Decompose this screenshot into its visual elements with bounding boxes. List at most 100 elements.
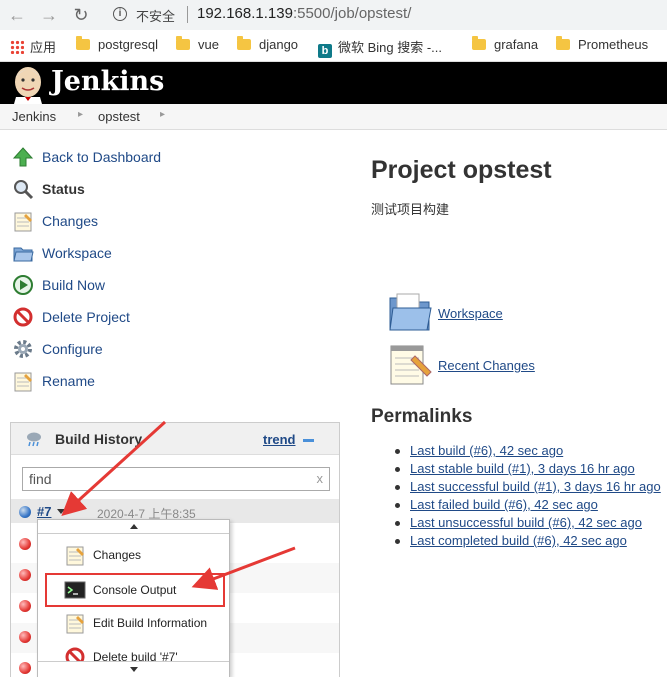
menu-item-edit-build-information[interactable]: Edit Build Information xyxy=(38,608,229,638)
workspace-folder-icon[interactable] xyxy=(387,290,433,334)
info-icon[interactable]: i xyxy=(113,7,127,21)
bookmark-label: 应用 xyxy=(30,40,57,55)
menu-item-changes[interactable]: Changes xyxy=(38,540,229,570)
notepad-icon xyxy=(66,546,84,566)
bookmark-django[interactable]: django xyxy=(237,36,299,55)
notepad-icon xyxy=(14,212,32,232)
url-host: 192.168.1.139 xyxy=(197,5,293,22)
magnifier-icon xyxy=(14,180,34,200)
address-bar[interactable]: i 不安全 192.168.1.139:5500/job/opstest/ xyxy=(104,2,667,28)
build-search-input[interactable]: find x xyxy=(22,467,330,491)
task-label: Status xyxy=(42,181,85,197)
bookmark-label: Prometheus xyxy=(578,37,649,52)
build-search-placeholder: find xyxy=(29,471,52,487)
recent-changes-link[interactable]: Recent Changes xyxy=(438,358,535,373)
trend-link[interactable]: trend xyxy=(263,432,296,447)
folder-icon xyxy=(472,36,486,50)
omnibox-divider xyxy=(187,6,188,23)
menu-item-label: Console Output xyxy=(93,583,177,597)
breadcrumb-opstest[interactable]: opstest xyxy=(98,109,140,124)
task-label: Delete Project xyxy=(42,309,130,325)
reload-icon[interactable]: ↻ xyxy=(70,4,92,26)
project-title: Project opstest xyxy=(371,156,552,184)
bookmark-prometheus[interactable]: Prometheus xyxy=(556,36,649,55)
status-ball-blue-icon xyxy=(19,506,31,518)
menu-item-label: Edit Build Information xyxy=(93,616,208,630)
status-ball-red-icon xyxy=(19,569,31,581)
terminal-icon xyxy=(64,581,86,599)
build-context-menu: Changes Console Output Edit Build Inform… xyxy=(37,519,230,677)
clear-icon[interactable]: x xyxy=(317,471,324,486)
back-arrow-icon[interactable]: ← xyxy=(6,4,28,26)
menu-scroll-up-icon[interactable] xyxy=(38,520,229,534)
up-arrow-icon xyxy=(12,147,34,167)
trend-minus-icon[interactable] xyxy=(303,439,314,442)
task-label: Workspace xyxy=(42,245,112,261)
build-dropdown-caret-icon[interactable] xyxy=(57,509,65,514)
no-entry-icon xyxy=(13,307,33,327)
project-description: 测试项目构建 xyxy=(371,202,450,217)
browser-toolbar: ← → ↻ i 不安全 192.168.1.139:5500/job/opste… xyxy=(0,0,667,30)
bookmark-bing[interactable]: b 微软 Bing 搜索 -... xyxy=(318,37,443,58)
gear-icon xyxy=(14,340,32,358)
url-path: :5500/job/opstest/ xyxy=(292,5,412,22)
apps-grid-icon xyxy=(10,40,24,54)
bookmark-label: 微软 Bing 搜索 -... xyxy=(338,40,443,55)
permalink-last-successful-build[interactable]: Last successful build (#1), 3 days 16 hr… xyxy=(410,479,661,494)
breadcrumb: Jenkins ▸ opstest ▸ xyxy=(0,104,667,130)
menu-item-console-output[interactable]: Console Output xyxy=(45,573,225,607)
status-ball-red-icon xyxy=(19,662,31,674)
menu-item-label: Changes xyxy=(93,548,142,562)
task-label: Back to Dashboard xyxy=(42,149,162,165)
bing-icon: b xyxy=(318,44,332,58)
permalinks-title: Permalinks xyxy=(371,406,473,427)
folder-icon xyxy=(556,36,570,50)
build-history-title: Build History xyxy=(55,431,143,447)
folder-icon xyxy=(76,36,90,50)
bookmark-label: django xyxy=(259,37,299,52)
security-label: 不安全 xyxy=(136,9,176,24)
bookmark-postgresql[interactable]: postgresql xyxy=(76,36,158,55)
forward-arrow-icon[interactable]: → xyxy=(38,4,60,26)
notepad-icon xyxy=(66,614,84,634)
task-label: Build Now xyxy=(42,277,106,293)
bookmark-label: postgresql xyxy=(98,37,158,52)
folder-icon xyxy=(176,36,190,50)
build-history-header: Build History trend xyxy=(11,423,339,455)
bookmark-label: vue xyxy=(198,37,219,52)
bookmark-label: grafana xyxy=(494,37,539,52)
bookmark-vue[interactable]: vue xyxy=(176,36,219,55)
folder-icon xyxy=(237,36,251,50)
no-entry-icon xyxy=(65,647,85,662)
task-label: Changes xyxy=(42,213,99,229)
cloud-rain-icon xyxy=(27,432,41,447)
task-label: Configure xyxy=(42,341,103,357)
jenkins-title[interactable]: Jenkins xyxy=(51,66,164,97)
bookmark-grafana[interactable]: grafana xyxy=(472,36,539,55)
menu-scroll-down-icon[interactable] xyxy=(38,661,229,677)
build-number-link[interactable]: #7 xyxy=(37,504,51,519)
jenkins-logo-icon[interactable] xyxy=(10,64,46,104)
breadcrumb-arrow-icon[interactable]: ▸ xyxy=(160,109,165,120)
breadcrumb-arrow-icon[interactable]: ▸ xyxy=(78,109,83,120)
task-label: Rename xyxy=(42,373,95,389)
url-text[interactable]: 192.168.1.139:5500/job/opstest/ xyxy=(197,5,411,22)
permalink-last-completed-build[interactable]: Last completed build (#6), 42 sec ago xyxy=(410,533,627,548)
permalink-last-build[interactable]: Last build (#6), 42 sec ago xyxy=(410,443,563,458)
status-ball-red-icon xyxy=(19,631,31,643)
status-ball-red-icon xyxy=(19,600,31,612)
menu-item-delete-build[interactable]: Delete build '#7' xyxy=(38,642,229,662)
status-ball-red-icon xyxy=(19,538,31,550)
permalink-last-unsuccessful-build[interactable]: Last unsuccessful build (#6), 42 sec ago xyxy=(410,515,642,530)
recent-changes-notepad-icon[interactable] xyxy=(387,342,433,386)
notepad-icon xyxy=(14,372,32,392)
workspace-link[interactable]: Workspace xyxy=(438,306,503,321)
folder-icon xyxy=(13,247,34,262)
breadcrumb-jenkins[interactable]: Jenkins xyxy=(12,109,56,124)
permalink-last-failed-build[interactable]: Last failed build (#6), 42 sec ago xyxy=(410,497,598,512)
bookmarks-bar: 应用 postgresql vue django b 微软 Bing 搜索 -..… xyxy=(0,30,667,62)
permalink-last-stable-build[interactable]: Last stable build (#1), 3 days 16 hr ago xyxy=(410,461,635,476)
bookmark-apps[interactable]: 应用 xyxy=(10,37,56,55)
jenkins-header: Jenkins xyxy=(0,62,667,104)
build-clock-icon xyxy=(13,275,33,295)
